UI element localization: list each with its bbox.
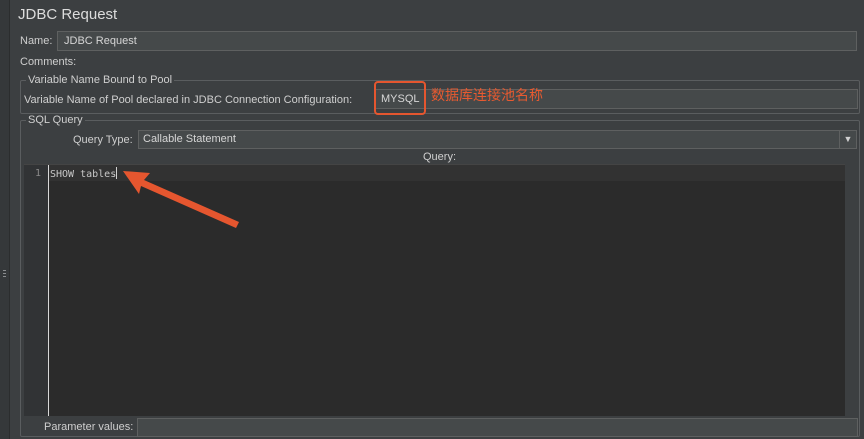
name-label: Name: xyxy=(20,35,53,47)
query-label: Query: xyxy=(423,151,457,163)
left-splitter[interactable] xyxy=(0,0,10,439)
sql-query-group-title: SQL Query xyxy=(26,114,85,126)
parameter-values-label: Parameter values: xyxy=(44,421,134,433)
editor-scrollbar[interactable] xyxy=(845,164,857,416)
query-code[interactable]: SHOW tables xyxy=(50,167,118,180)
parameter-values-input[interactable] xyxy=(137,418,858,437)
comments-input[interactable] xyxy=(82,54,857,70)
line-number: 1 xyxy=(34,168,41,179)
pool-group-title: Variable Name Bound to Pool xyxy=(26,74,175,86)
name-input[interactable]: JDBC Request xyxy=(57,31,857,51)
pool-name-label: Variable Name of Pool declared in JDBC C… xyxy=(24,94,353,106)
comments-label: Comments: xyxy=(20,56,77,68)
panel-title: JDBC Request xyxy=(18,6,118,23)
chevron-down-icon[interactable]: ▼ xyxy=(839,131,856,148)
annotation-arrow-icon xyxy=(123,171,239,228)
query-type-value: Callable Statement xyxy=(143,133,236,145)
annotation-text: 数据库连接池名称 xyxy=(431,87,543,103)
line-number-gutter: 1 xyxy=(24,165,49,416)
splitter-grip-icon[interactable] xyxy=(2,268,7,282)
annotation-highlight-box xyxy=(374,81,426,115)
query-type-label: Query Type: xyxy=(73,134,133,146)
query-type-select[interactable]: Callable Statement ▼ xyxy=(138,130,857,149)
query-text: SHOW tables xyxy=(50,169,117,180)
